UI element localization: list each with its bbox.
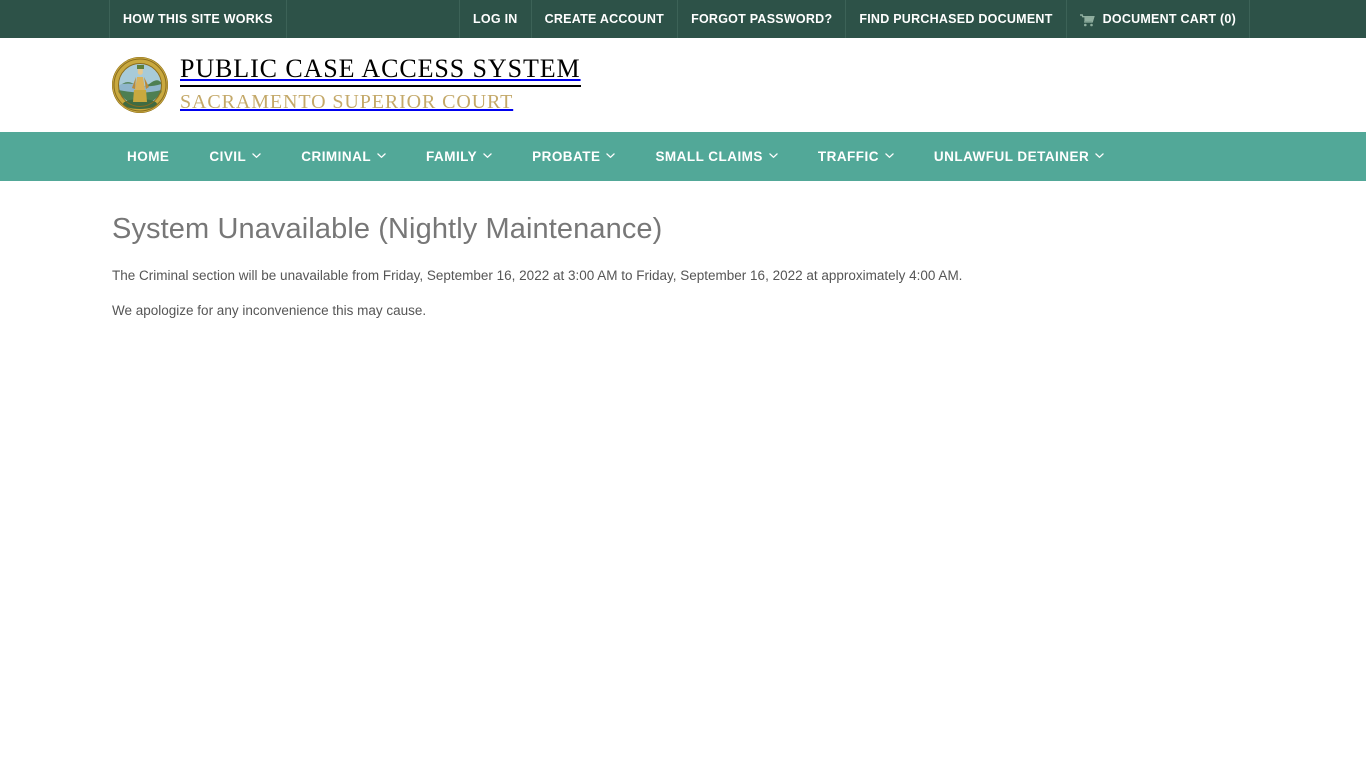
nav-item-home[interactable]: HOME xyxy=(113,132,189,181)
nav-item-civil-label: CIVIL xyxy=(209,148,247,164)
maintenance-window-text: The Criminal section will be unavailable… xyxy=(112,267,963,283)
court-seal-icon xyxy=(112,56,168,113)
nav-item-unlawful-detainer-label: UNLAWFUL DETAINER xyxy=(933,148,1090,164)
nav-item-unlawful-detainer[interactable]: UNLAWFUL DETAINER xyxy=(914,132,1124,181)
nav-item-home-label: HOME xyxy=(127,148,170,164)
site-brand-link[interactable]: PUBLIC CASE ACCESS SYSTEM SACRAMENTO SUP… xyxy=(112,55,581,115)
log-in-link[interactable]: LOG IN xyxy=(459,0,532,38)
nav-item-traffic[interactable]: TRAFFIC xyxy=(798,132,914,181)
nav-item-criminal[interactable]: CRIMINAL xyxy=(281,132,406,181)
create-account-link[interactable]: CREATE ACCOUNT xyxy=(530,0,679,38)
how-this-site-works-label: HOW THIS SITE WORKS xyxy=(123,11,273,26)
document-cart-label: DOCUMENT CART (0) xyxy=(1102,11,1236,26)
nav-item-criminal-label: CRIMINAL xyxy=(301,148,372,164)
nav-item-small-claims-label: SMALL CLAIMS xyxy=(655,148,763,164)
page-title: System Unavailable (Nightly Maintenance) xyxy=(112,213,663,245)
log-in-label: LOG IN xyxy=(473,11,518,26)
find-purchased-document-link[interactable]: FIND PURCHASED DOCUMENT xyxy=(845,0,1067,38)
site-header: PUBLIC CASE ACCESS SYSTEM SACRAMENTO SUP… xyxy=(0,38,1366,132)
find-purchased-document-label: FIND PURCHASED DOCUMENT xyxy=(859,11,1053,26)
top-utility-bar-left-group: HOW THIS SITE WORKS xyxy=(109,0,287,38)
site-subtitle: SACRAMENTO SUPERIOR COURT xyxy=(180,91,514,114)
chevron-down-icon xyxy=(252,151,261,160)
nav-item-probate-label: PROBATE xyxy=(532,148,601,164)
chevron-down-icon xyxy=(483,151,492,160)
nav-item-traffic-label: TRAFFIC xyxy=(817,148,879,164)
chevron-down-icon xyxy=(606,151,616,160)
forgot-password-label: FORGOT PASSWORD? xyxy=(691,11,833,26)
top-utility-bar: HOW THIS SITE WORKS LOG IN CREATE ACCOUN… xyxy=(0,0,1366,38)
chevron-down-icon xyxy=(377,151,386,160)
shopping-cart-icon xyxy=(1079,13,1095,27)
apology-text: We apologize for any inconvenience this … xyxy=(112,303,427,319)
create-account-label: CREATE ACCOUNT xyxy=(544,11,665,26)
document-cart-link[interactable]: DOCUMENT CART (0) xyxy=(1065,0,1250,38)
nav-item-small-claims[interactable]: SMALL CLAIMS xyxy=(635,132,797,181)
nav-item-family[interactable]: FAMILY xyxy=(406,132,512,181)
chevron-down-icon xyxy=(1095,151,1104,160)
nav-item-probate[interactable]: PROBATE xyxy=(512,132,635,181)
site-title: PUBLIC CASE ACCESS SYSTEM xyxy=(180,55,581,88)
brand-text-block: PUBLIC CASE ACCESS SYSTEM SACRAMENTO SUP… xyxy=(180,55,581,115)
main-navigation-bar: HOME CIVIL CRIMINAL FAMILY PROBATE SMALL… xyxy=(0,132,1366,181)
how-this-site-works-link[interactable]: HOW THIS SITE WORKS xyxy=(109,0,287,38)
nav-item-family-label: FAMILY xyxy=(426,148,478,164)
top-utility-bar-right-group: LOG IN CREATE ACCOUNT FORGOT PASSWORD? F… xyxy=(459,0,1250,38)
chevron-down-icon xyxy=(769,151,778,160)
nav-item-civil[interactable]: CIVIL xyxy=(189,132,281,181)
chevron-down-icon xyxy=(885,151,894,160)
main-content: System Unavailable (Nightly Maintenance)… xyxy=(112,181,1326,321)
forgot-password-link[interactable]: FORGOT PASSWORD? xyxy=(677,0,847,38)
main-navigation-items: HOME CIVIL CRIMINAL FAMILY PROBATE SMALL… xyxy=(113,132,1124,181)
